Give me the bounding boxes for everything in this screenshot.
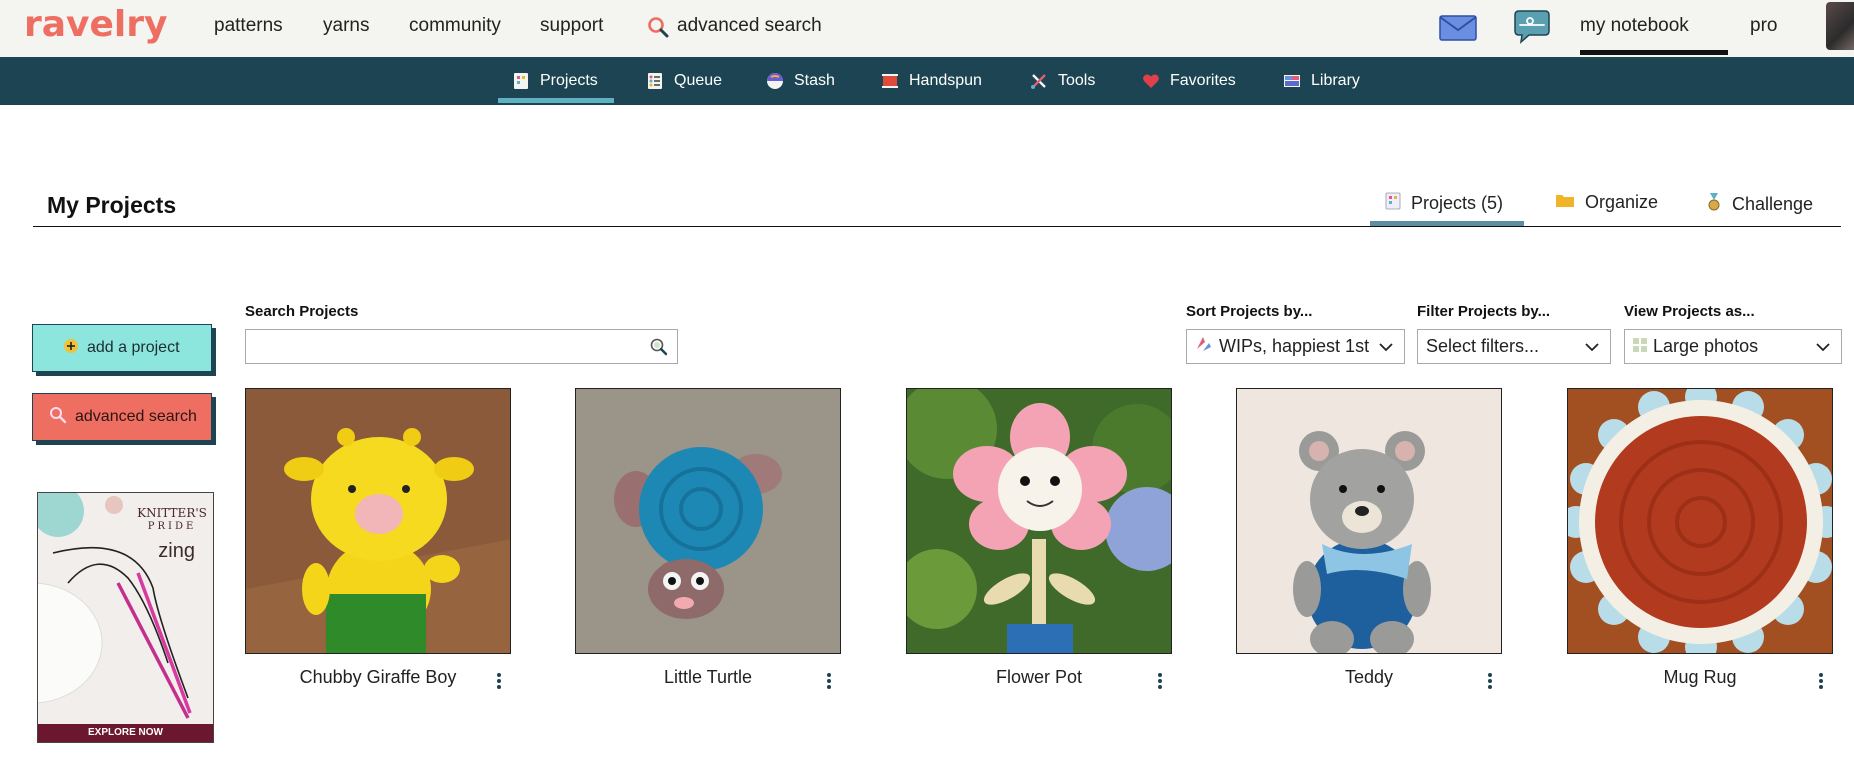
search-icon[interactable]	[649, 337, 669, 362]
sort-select[interactable]: WIPs, happiest 1st	[1186, 329, 1405, 364]
handspun-icon	[881, 72, 899, 90]
view-label: View Projects as...	[1624, 303, 1755, 320]
heading-divider	[33, 226, 1841, 227]
plus-icon	[63, 338, 79, 359]
messages-icon[interactable]	[1511, 9, 1553, 45]
more-options-icon[interactable]	[826, 672, 832, 690]
ad-product-name: zing	[158, 540, 195, 562]
more-options-icon[interactable]	[1157, 672, 1163, 690]
advanced-search-button[interactable]: advanced search	[32, 393, 212, 441]
subnav-label: Stash	[794, 72, 835, 89]
tab-organize[interactable]: Organize	[1555, 192, 1658, 213]
project-card[interactable]: Chubby Giraffe Boy	[245, 388, 511, 689]
sort-label: Sort Projects by...	[1186, 303, 1313, 320]
tab-label: Challenge	[1732, 194, 1814, 214]
pro-link[interactable]: pro	[1750, 15, 1777, 37]
project-card[interactable]: Teddy	[1236, 388, 1502, 689]
nav-link-yarns[interactable]: yarns	[323, 15, 369, 37]
projects-icon	[512, 72, 530, 90]
nav-link-community[interactable]: community	[409, 15, 501, 37]
nav-link-patterns[interactable]: patterns	[214, 15, 283, 37]
project-photo-teddy[interactable]	[1236, 388, 1502, 654]
chevron-down-icon	[1585, 343, 1599, 352]
nav-link-advanced-search[interactable]: advanced search	[677, 15, 822, 37]
nav-link-support[interactable]: support	[540, 15, 603, 37]
active-subnav-underline	[498, 98, 614, 103]
button-label: add a project	[87, 339, 180, 356]
view-select[interactable]: Large photos	[1624, 329, 1842, 364]
folder-icon	[1555, 192, 1575, 213]
subnav-item-library[interactable]: Library	[1283, 57, 1360, 105]
chevron-down-icon	[1379, 343, 1393, 352]
project-photo-giraffe[interactable]	[245, 388, 511, 654]
queue-icon	[646, 72, 664, 90]
project-photo-turtle[interactable]	[575, 388, 841, 654]
project-photo-flower[interactable]	[906, 388, 1172, 654]
subnav-item-favorites[interactable]: Favorites	[1142, 57, 1236, 105]
notebook-subnav: Projects Queue Stash Handspun Tools Favo…	[0, 57, 1854, 105]
page-title: My Projects	[47, 192, 177, 218]
mail-icon[interactable]	[1438, 13, 1478, 43]
projects-icon	[1385, 192, 1401, 215]
project-title[interactable]: Chubby Giraffe Boy	[245, 667, 511, 688]
subnav-label: Queue	[674, 72, 723, 89]
search-icon	[49, 406, 67, 429]
grid-icon	[1633, 336, 1647, 357]
tab-challenge[interactable]: Challenge	[1706, 192, 1813, 217]
stash-icon	[766, 72, 784, 90]
subnav-item-handspun[interactable]: Handspun	[881, 57, 982, 105]
top-navigation: ravelry patterns yarns community support…	[0, 0, 1854, 57]
project-title[interactable]: Teddy	[1236, 667, 1502, 688]
search-projects-field	[245, 329, 678, 364]
active-nav-underline	[1580, 50, 1728, 55]
sort-icon	[1195, 335, 1213, 358]
heart-icon	[1142, 72, 1160, 90]
library-icon	[1283, 72, 1301, 90]
tools-icon	[1030, 72, 1048, 90]
project-title[interactable]: Flower Pot	[906, 667, 1172, 688]
ad-brand: KNITTER'S PRIDE	[137, 506, 207, 533]
search-icon[interactable]	[646, 15, 670, 39]
more-options-icon[interactable]	[1487, 672, 1493, 690]
add-project-button[interactable]: add a project	[32, 324, 212, 372]
subnav-item-queue[interactable]: Queue	[646, 57, 722, 105]
select-value: Select filters...	[1426, 336, 1540, 356]
select-value: WIPs, happiest 1st	[1219, 336, 1370, 356]
subnav-label: Favorites	[1170, 72, 1236, 89]
button-label: advanced search	[75, 408, 197, 425]
search-projects-label: Search Projects	[245, 303, 359, 320]
avatar[interactable]	[1826, 2, 1854, 50]
medal-icon	[1706, 192, 1722, 217]
sidebar-advertisement[interactable]: KNITTER'S PRIDE zing EXPLORE NOW	[37, 492, 214, 743]
filter-label: Filter Projects by...	[1417, 303, 1551, 320]
filter-select[interactable]: Select filters...	[1417, 329, 1611, 364]
more-options-icon[interactable]	[1818, 672, 1824, 690]
my-notebook-link[interactable]: my notebook	[1580, 15, 1689, 37]
tab-label: Projects (5)	[1411, 193, 1504, 213]
project-photo-mug-rug[interactable]	[1567, 388, 1833, 654]
chevron-down-icon	[1816, 343, 1830, 352]
subnav-item-stash[interactable]: Stash	[766, 57, 835, 105]
subnav-label: Handspun	[909, 72, 982, 89]
select-value: Large photos	[1653, 336, 1759, 356]
ad-cta[interactable]: EXPLORE NOW	[38, 724, 213, 742]
search-projects-input[interactable]	[246, 330, 636, 363]
project-card[interactable]: Little Turtle	[575, 388, 841, 689]
subnav-label: Tools	[1058, 72, 1096, 89]
subnav-label: Projects	[540, 72, 598, 89]
more-options-icon[interactable]	[496, 672, 502, 690]
tab-label: Organize	[1585, 192, 1659, 212]
ravelry-logo[interactable]: ravelry	[24, 4, 168, 45]
project-card[interactable]: Mug Rug	[1567, 388, 1833, 689]
project-title[interactable]: Little Turtle	[575, 667, 841, 688]
subnav-item-tools[interactable]: Tools	[1030, 57, 1095, 105]
subnav-label: Library	[1311, 72, 1360, 89]
tab-projects[interactable]: Projects (5)	[1385, 192, 1503, 215]
project-card[interactable]: Flower Pot	[906, 388, 1172, 689]
project-title[interactable]: Mug Rug	[1567, 667, 1833, 688]
